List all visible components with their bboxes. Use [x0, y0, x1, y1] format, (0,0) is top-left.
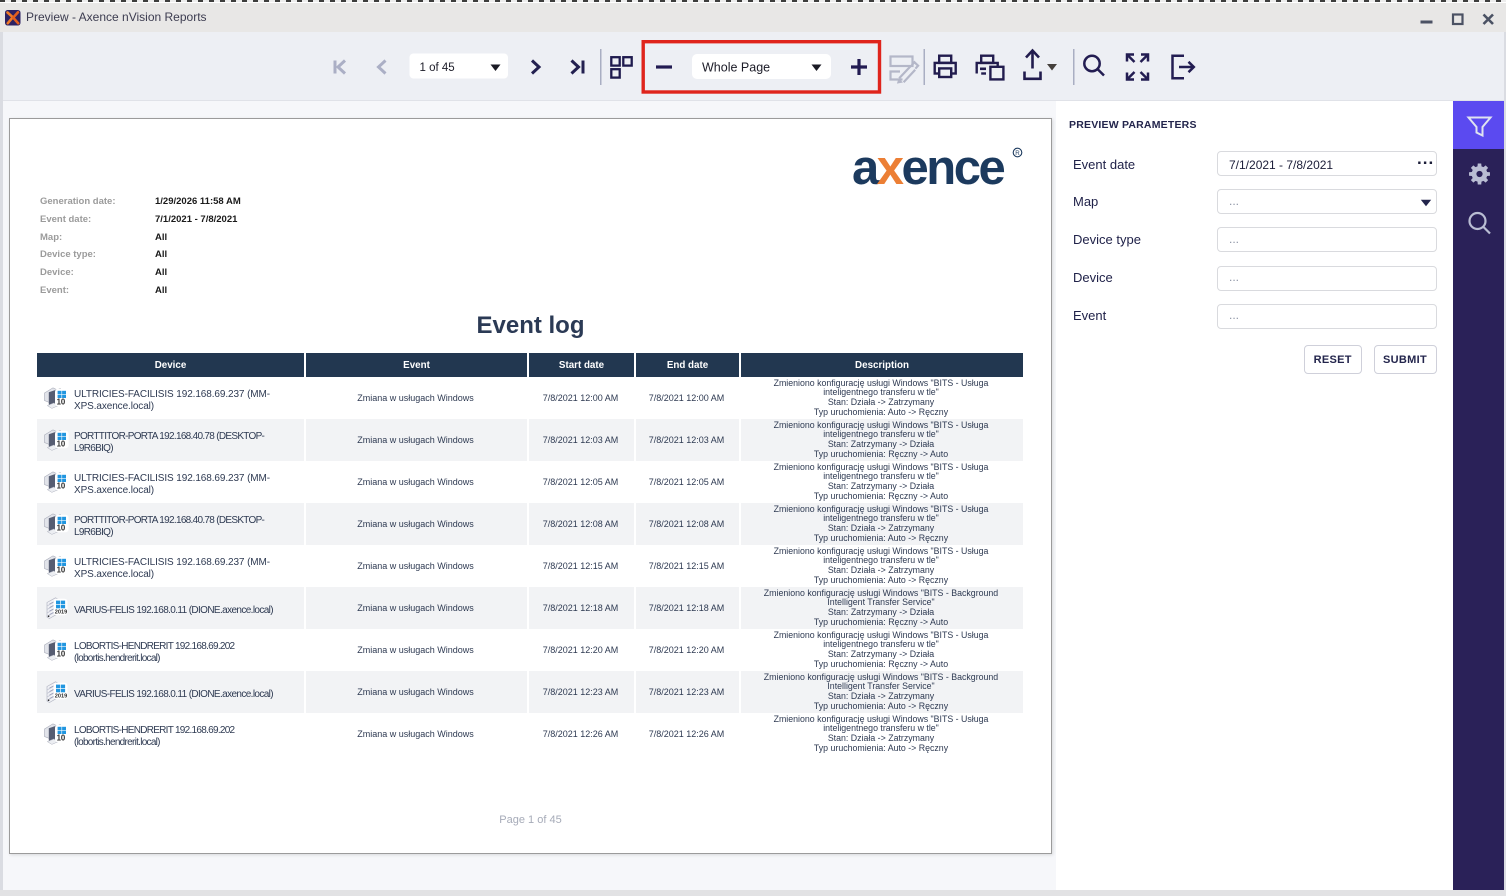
svg-text:1 of 45: 1 of 45 [420, 62, 455, 74]
svg-text:axence: axence [852, 141, 1004, 195]
svg-text:R: R [1015, 150, 1020, 157]
svg-text:Whole Page: Whole Page [702, 61, 770, 75]
